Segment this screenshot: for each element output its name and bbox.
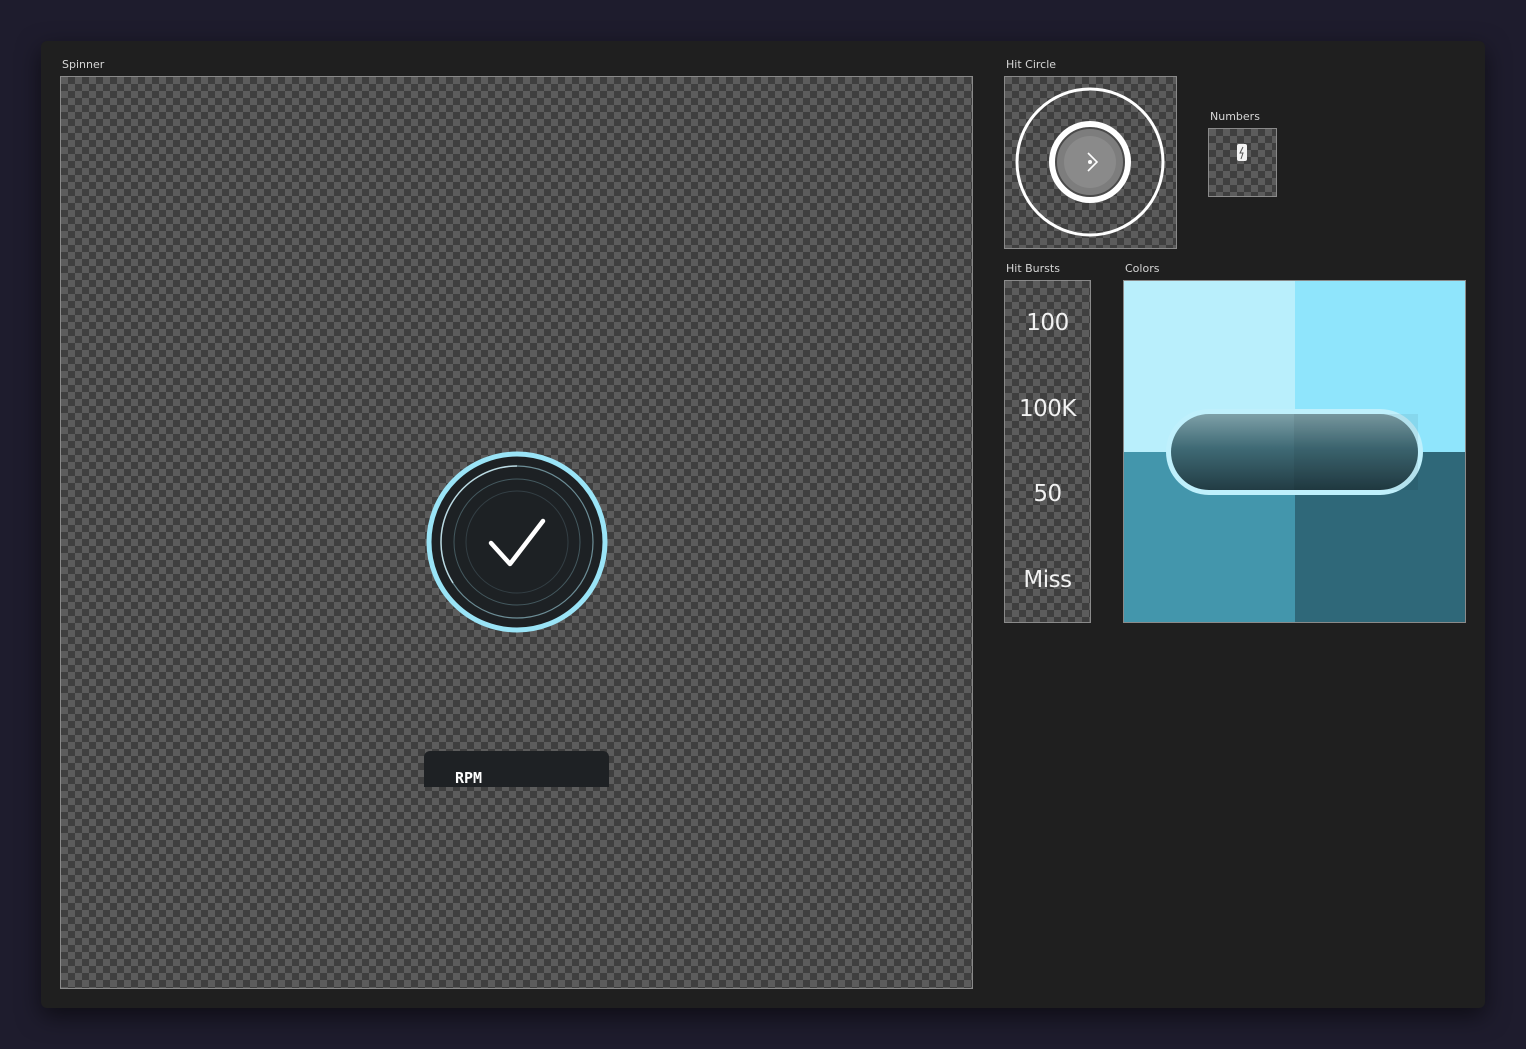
rpm-counter: RPM <box>424 751 609 787</box>
hit-burst-100k: 100K <box>1019 396 1076 422</box>
hit-burst-100: 100 <box>1026 310 1069 336</box>
hit-burst-50: 50 <box>1033 481 1062 507</box>
numeral-glyph-icon <box>1237 144 1247 161</box>
hit-bursts-preview: 100 100K 50 Miss <box>1004 280 1091 623</box>
spinner-section-label: Spinner <box>62 58 105 71</box>
numbers-section-label: Numbers <box>1210 110 1260 123</box>
hit-circle-section-label: Hit Circle <box>1006 58 1057 71</box>
colors-preview <box>1123 280 1466 623</box>
hit-circle-graphic <box>1015 87 1165 237</box>
skin-preview-panel: Spinner RPM Hit Circle Numbers Hit Burst… <box>41 41 1485 1008</box>
rpm-label: RPM <box>455 769 483 787</box>
hit-burst-miss: Miss <box>1023 567 1072 593</box>
colors-section-label: Colors <box>1125 262 1160 275</box>
numbers-preview <box>1208 128 1277 197</box>
hit-circle-preview <box>1004 76 1177 249</box>
color-slider-pill <box>1166 409 1423 495</box>
spinner-preview: RPM <box>60 76 973 989</box>
spinner-disc <box>426 451 608 633</box>
hit-bursts-section-label: Hit Bursts <box>1006 262 1060 275</box>
